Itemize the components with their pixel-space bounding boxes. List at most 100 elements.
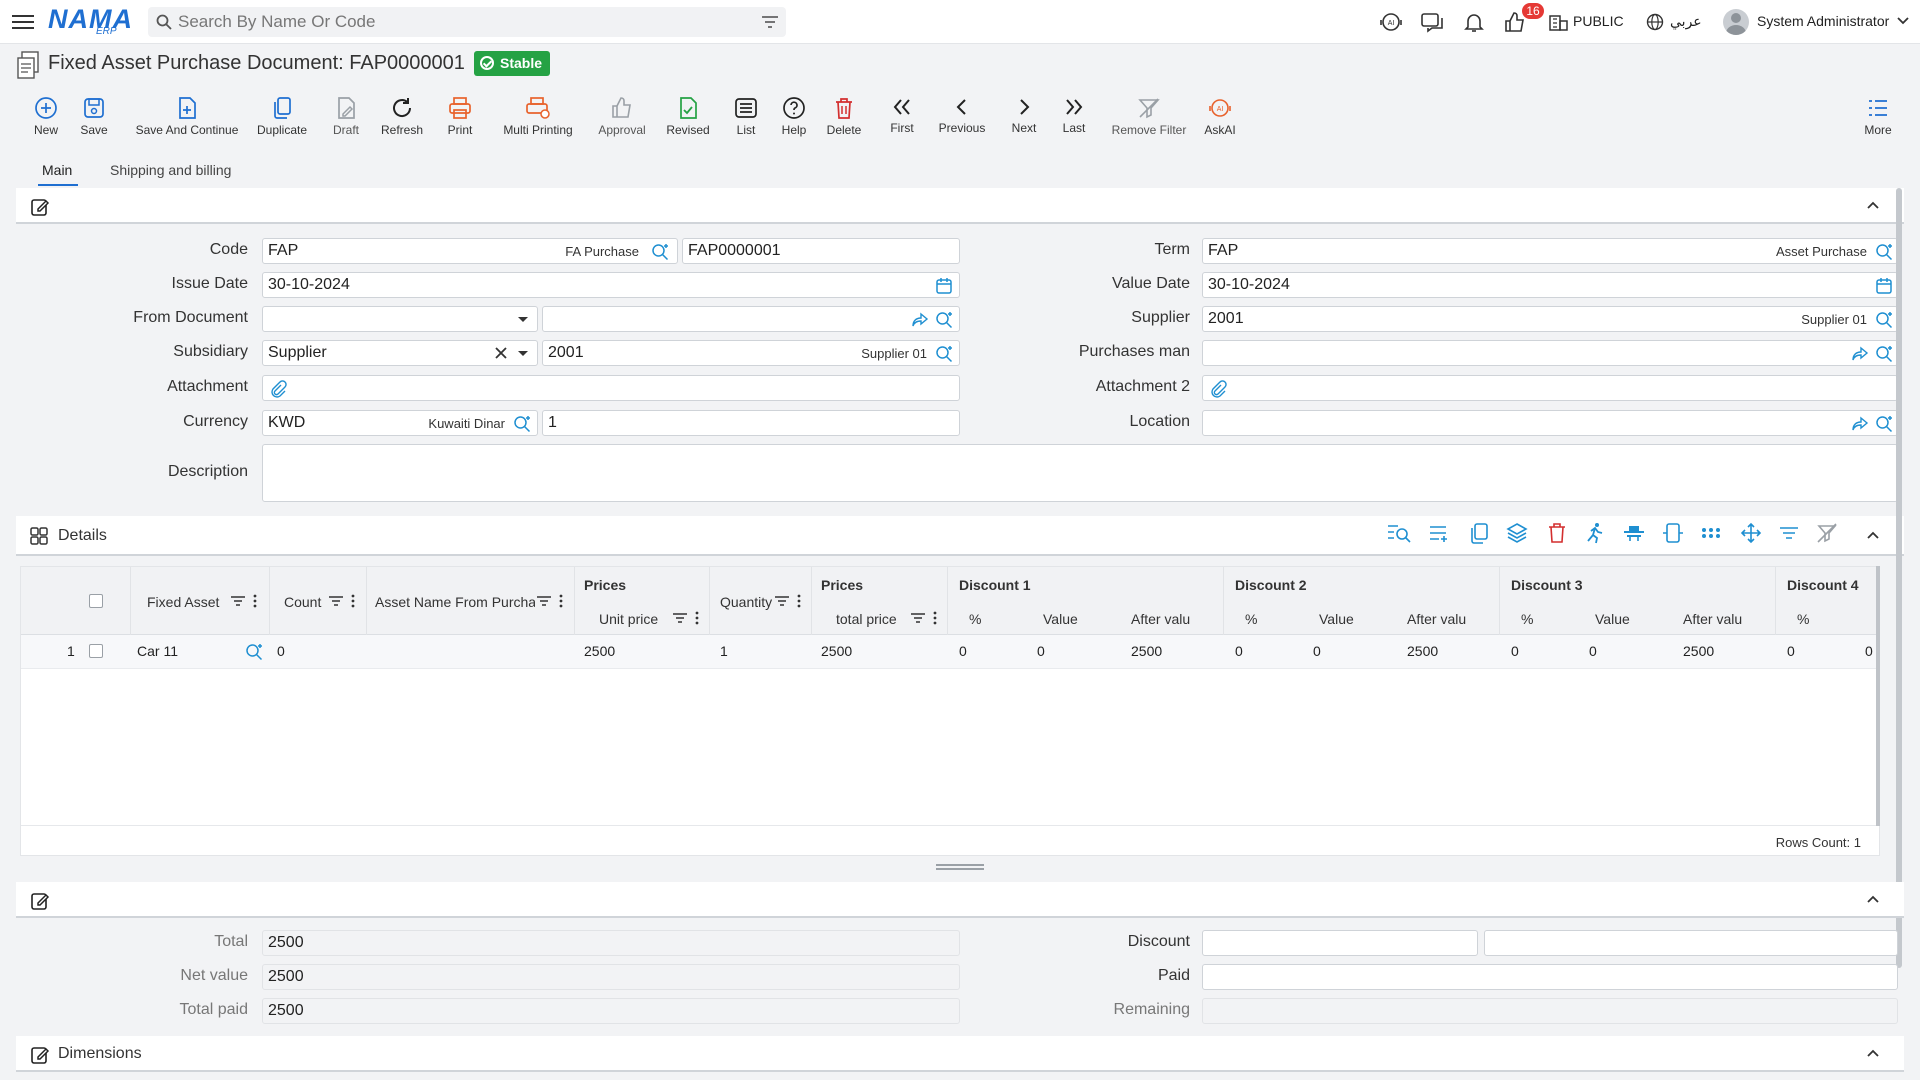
askai-button[interactable]: AI AskAI xyxy=(1192,86,1248,146)
column-filter-icon[interactable] xyxy=(911,612,925,624)
dropdown-arrow-icon[interactable] xyxy=(517,350,529,358)
fit-columns-icon[interactable] xyxy=(1662,522,1684,544)
discount-percent-field[interactable] xyxy=(1202,930,1478,956)
revised-button[interactable]: Revised xyxy=(662,86,714,146)
avatar[interactable] xyxy=(1723,9,1749,35)
cell-d4-value[interactable]: 0 xyxy=(1865,643,1873,659)
last-button[interactable]: Last xyxy=(1056,86,1092,146)
col-total-price[interactable]: total price xyxy=(836,611,897,627)
column-menu-icon[interactable] xyxy=(933,611,937,625)
supplier-field[interactable]: 2001 Supplier 01 xyxy=(1202,306,1898,332)
row-checkbox[interactable] xyxy=(89,644,103,658)
save-and-continue-button[interactable]: Save And Continue xyxy=(128,86,246,146)
cell-count[interactable]: 0 xyxy=(277,643,285,659)
col-d4-pct[interactable]: % xyxy=(1797,611,1809,627)
cell-d1-after[interactable]: 2500 xyxy=(1131,643,1162,659)
dropdown-arrow-icon[interactable] xyxy=(517,316,529,324)
cell-total-price[interactable]: 2500 xyxy=(821,643,852,659)
exchange-rate-field[interactable]: 1 xyxy=(542,410,960,436)
edit-icon[interactable] xyxy=(30,891,50,911)
cell-d3-value[interactable]: 0 xyxy=(1589,643,1597,659)
chevron-down-icon[interactable] xyxy=(1897,16,1909,26)
col-d2-pct[interactable]: % xyxy=(1245,611,1257,627)
column-filter-icon[interactable] xyxy=(775,595,789,607)
runner-icon[interactable] xyxy=(1584,522,1606,544)
cell-unit-price[interactable]: 2500 xyxy=(584,643,615,659)
lookup-icon[interactable] xyxy=(1875,345,1893,363)
col-d2-after[interactable]: After valu xyxy=(1407,611,1471,627)
filter-icon[interactable] xyxy=(762,15,778,29)
attachment-field[interactable] xyxy=(262,375,960,401)
branch-name[interactable]: PUBLIC xyxy=(1573,13,1624,29)
lookup-icon[interactable] xyxy=(513,415,531,433)
cell-d2-value[interactable]: 0 xyxy=(1313,643,1321,659)
menu-icon[interactable] xyxy=(12,11,34,31)
approval-button[interactable]: Approval xyxy=(594,86,650,146)
col-d1-after[interactable]: After valu xyxy=(1131,611,1195,627)
attachment2-field[interactable] xyxy=(1202,375,1898,401)
column-menu-icon[interactable] xyxy=(351,594,355,608)
multi-printing-button[interactable]: Multi Printing xyxy=(494,86,582,146)
edit-icon[interactable] xyxy=(30,1045,50,1065)
first-button[interactable]: First xyxy=(882,86,922,146)
share-icon[interactable] xyxy=(911,311,929,329)
clear-filter-icon[interactable] xyxy=(1816,522,1838,544)
draft-button[interactable]: Draft xyxy=(326,86,366,146)
duplicate-button[interactable]: Duplicate xyxy=(254,86,310,146)
lookup-icon[interactable] xyxy=(651,243,669,261)
paid-field[interactable] xyxy=(1202,964,1898,990)
chevron-up-icon[interactable] xyxy=(1866,1048,1880,1058)
dots-grid-icon[interactable] xyxy=(1700,522,1722,544)
delete-button[interactable]: Delete xyxy=(820,86,868,146)
cell-d1-pct[interactable]: 0 xyxy=(959,643,967,659)
purchases-man-field[interactable] xyxy=(1202,340,1898,366)
cell-d2-pct[interactable]: 0 xyxy=(1235,643,1243,659)
move-icon[interactable] xyxy=(1740,522,1762,544)
layers-icon[interactable] xyxy=(1506,522,1528,544)
filter-icon[interactable] xyxy=(1778,522,1800,544)
add-row-icon[interactable] xyxy=(1428,522,1450,544)
col-d3-value[interactable]: Value xyxy=(1595,611,1630,627)
tab-shipping-billing[interactable]: Shipping and billing xyxy=(110,162,231,178)
paperclip-icon[interactable] xyxy=(1209,380,1227,398)
refresh-button[interactable]: Refresh xyxy=(378,86,426,146)
code-number-field[interactable]: FAP0000001 xyxy=(682,238,960,264)
lookup-icon[interactable] xyxy=(245,643,263,661)
col-d3-after[interactable]: After valu xyxy=(1683,611,1747,627)
resize-handle[interactable] xyxy=(936,864,984,870)
more-button[interactable]: More xyxy=(1858,86,1898,146)
new-button[interactable]: New xyxy=(26,86,66,146)
page-scrollbar[interactable] xyxy=(1896,188,1902,968)
share-icon[interactable] xyxy=(1851,345,1869,363)
cell-d3-pct[interactable]: 0 xyxy=(1511,643,1519,659)
discount-amount-field[interactable] xyxy=(1484,930,1898,956)
calendar-icon[interactable] xyxy=(1875,277,1893,295)
chevron-up-icon[interactable] xyxy=(1866,530,1880,540)
list-button[interactable]: List xyxy=(726,86,766,146)
cell-d4-pct[interactable]: 0 xyxy=(1787,643,1795,659)
col-d1-pct[interactable]: % xyxy=(969,611,981,627)
from-document-select[interactable] xyxy=(262,306,538,332)
column-filter-icon[interactable] xyxy=(231,595,245,607)
code-field[interactable]: FAP FA Purchase xyxy=(262,238,678,264)
col-asset-name[interactable]: Asset Name From Purcha xyxy=(375,594,535,610)
copy-row-icon[interactable] xyxy=(1468,522,1490,544)
tab-main[interactable]: Main xyxy=(42,162,72,178)
col-fixed-asset[interactable]: Fixed Asset xyxy=(147,594,219,610)
chevron-up-icon[interactable] xyxy=(1866,894,1880,904)
column-filter-icon[interactable] xyxy=(673,612,687,624)
lookup-icon[interactable] xyxy=(935,345,953,363)
cell-d3-after[interactable]: 2500 xyxy=(1683,643,1714,659)
user-name[interactable]: System Administrator xyxy=(1757,13,1889,29)
app-logo[interactable]: NAMA ERP xyxy=(48,4,132,38)
cell-d1-value[interactable]: 0 xyxy=(1037,643,1045,659)
lookup-icon[interactable] xyxy=(1875,243,1893,261)
col-quantity[interactable]: Quantity xyxy=(720,594,772,610)
calendar-icon[interactable] xyxy=(935,277,953,295)
term-field[interactable]: FAP Asset Purchase xyxy=(1202,238,1898,264)
lookup-icon[interactable] xyxy=(935,311,953,329)
description-textarea[interactable] xyxy=(262,444,1898,502)
lookup-icon[interactable] xyxy=(1875,311,1893,329)
next-button[interactable]: Next xyxy=(1006,86,1042,146)
globe-icon[interactable] xyxy=(1645,10,1665,34)
